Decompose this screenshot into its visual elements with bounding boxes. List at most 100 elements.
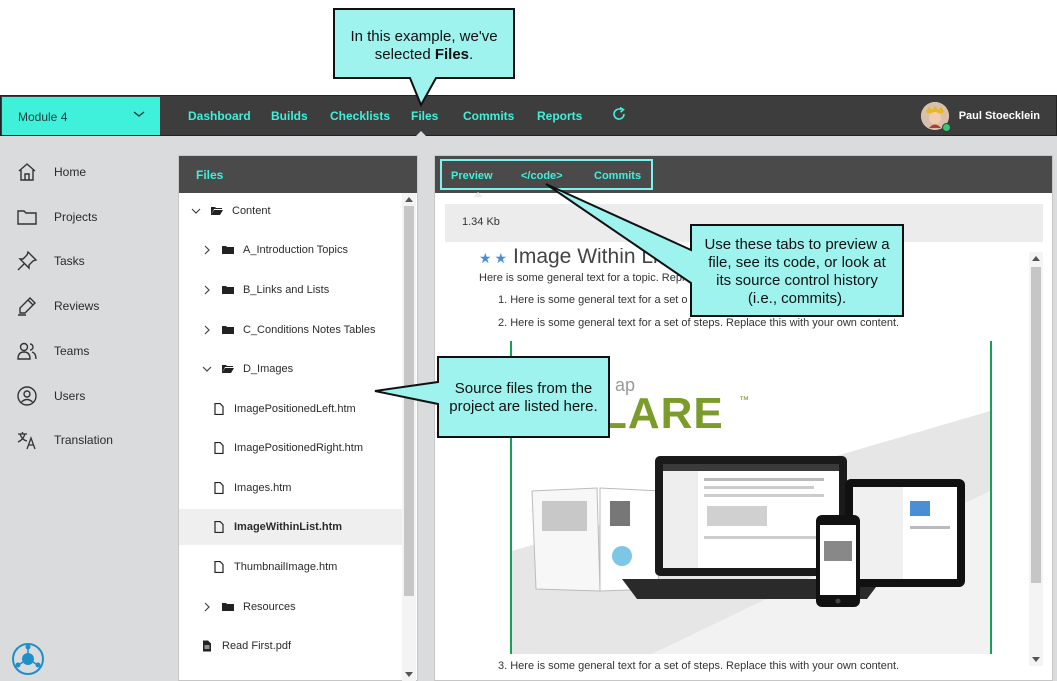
tree-item-content[interactable]: Content xyxy=(179,193,403,229)
folder-open-icon xyxy=(211,207,223,215)
sidebar: Home Projects Tasks Reviews Teams Users … xyxy=(0,136,170,681)
nav-reports[interactable]: Reports xyxy=(537,109,582,123)
nav-checklists[interactable]: Checklists xyxy=(330,109,390,123)
tree-item-folder[interactable]: C_Conditions Notes Tables xyxy=(179,312,403,348)
sidebar-item-translation[interactable]: Translation xyxy=(16,427,113,453)
file-icon xyxy=(214,442,224,454)
sidebar-item-reviews[interactable]: Reviews xyxy=(16,293,99,319)
files-panel-header: Files xyxy=(179,156,417,193)
translate-icon xyxy=(17,432,36,450)
tree-item-folder-images[interactable]: D_Images xyxy=(179,351,403,387)
document-preview: ★★ Image Within Li Here is some general … xyxy=(479,248,1019,672)
tab-commits[interactable]: Commits xyxy=(594,170,641,182)
user-circle-icon xyxy=(17,386,37,406)
sidebar-item-label: Users xyxy=(54,389,86,403)
tree-item-file[interactable]: Images.htm xyxy=(179,470,403,506)
chevron-right-icon[interactable] xyxy=(202,245,212,255)
callout-line: Use these tabs to preview a xyxy=(704,236,890,253)
nav-dashboard[interactable]: Dashboard xyxy=(188,109,251,123)
file-icon xyxy=(214,403,224,415)
chevron-right-icon[interactable] xyxy=(202,602,212,612)
tree-item-label: ImagePositionedRight.htm xyxy=(234,442,364,454)
folder-icon xyxy=(222,246,234,254)
active-tab-indicator xyxy=(473,192,483,197)
nav-builds[interactable]: Builds xyxy=(271,109,308,123)
files-panel: Files Content A_Introduction Topics B_Li… xyxy=(178,155,418,681)
callout-line-suffix: . xyxy=(469,46,474,63)
callout-line-prefix: selected xyxy=(374,46,435,63)
callout-line: In this example, we've xyxy=(350,28,498,45)
app-logo-icon[interactable] xyxy=(10,641,46,677)
chevron-right-icon[interactable] xyxy=(202,285,212,295)
sidebar-item-label: Translation xyxy=(54,433,113,447)
pdf-file-icon xyxy=(203,640,211,652)
chevron-right-icon[interactable] xyxy=(202,325,212,335)
tree-item-label: ImagePositionedLeft.htm xyxy=(234,403,356,415)
home-icon xyxy=(18,163,36,181)
tree-item-label: Content xyxy=(232,205,271,217)
user-name: Paul Stoecklein xyxy=(958,110,1040,122)
tab-preview[interactable]: Preview xyxy=(451,170,493,182)
preview-panel-header: Preview </code> Commits xyxy=(435,156,1052,197)
sidebar-item-home[interactable]: Home xyxy=(16,159,86,185)
chevron-down-icon[interactable] xyxy=(191,206,201,216)
tree-item-file[interactable]: ImagePositionedLeft.htm xyxy=(179,391,403,427)
preview-scrollbar[interactable] xyxy=(1029,252,1043,666)
file-size: 1.34 Kb xyxy=(462,216,500,228)
tab-code[interactable]: </code> xyxy=(521,170,563,182)
scrollbar-thumb[interactable] xyxy=(404,206,414,596)
tree-item-label: Resources xyxy=(243,601,296,613)
file-tree: Content A_Introduction Topics B_Links an… xyxy=(179,193,403,681)
scroll-up-icon[interactable] xyxy=(405,197,413,202)
tree-item-label: D_Images xyxy=(243,363,294,375)
callout-tabs-info: Use these tabs to preview a file, see it… xyxy=(693,236,901,308)
nav-files[interactable]: Files xyxy=(411,109,438,123)
image-logo-mark: ™ xyxy=(739,395,749,406)
files-panel-title: Files xyxy=(196,168,224,182)
tree-item-folder[interactable]: A_Introduction Topics xyxy=(179,232,403,268)
scroll-up-icon[interactable] xyxy=(1032,256,1040,261)
tree-item-label: ThumbnailImage.htm xyxy=(234,561,338,573)
sidebar-item-teams[interactable]: Teams xyxy=(16,338,89,364)
tree-item-label: ImageWithinList.htm xyxy=(234,521,343,533)
doc-step: 2. Here is some general text for a set o… xyxy=(498,317,900,329)
module-selector[interactable]: Module 4 xyxy=(2,97,160,135)
preview-tabs: Preview </code> Commits xyxy=(440,159,653,197)
sidebar-item-tasks[interactable]: Tasks xyxy=(16,248,85,274)
tree-item-file[interactable]: ThumbnailImage.htm xyxy=(179,549,403,585)
tree-item-pdf[interactable]: Read First.pdf xyxy=(179,628,403,664)
file-icon xyxy=(214,561,224,573)
star-icon: ★★ xyxy=(479,250,511,266)
tree-item-file[interactable]: ImagePositionedRight.htm xyxy=(179,430,403,466)
nav-commits[interactable]: Commits xyxy=(463,109,514,123)
scroll-down-icon[interactable] xyxy=(1032,657,1040,662)
tree-item-file-selected[interactable]: ImageWithinList.htm xyxy=(179,509,403,545)
callout-line: Source files from the xyxy=(454,380,593,397)
chevron-down-icon xyxy=(133,111,145,117)
tree-item-folder[interactable]: Resources xyxy=(179,589,403,625)
scroll-down-icon[interactable] xyxy=(405,672,413,677)
sidebar-item-projects[interactable]: Projects xyxy=(16,204,97,230)
tree-item-label: Read First.pdf xyxy=(222,640,292,652)
tree-item-label: Images.htm xyxy=(234,482,292,494)
pen-icon xyxy=(18,297,36,316)
sidebar-item-label: Home xyxy=(54,165,87,179)
folder-icon xyxy=(222,286,234,294)
tree-item-folder[interactable]: B_Links and Lists xyxy=(179,272,403,308)
user-menu[interactable]: Paul Stoecklein xyxy=(920,102,1040,132)
refresh-icon[interactable] xyxy=(611,106,627,122)
callout-line: project are listed here. xyxy=(449,398,598,415)
avatar[interactable] xyxy=(920,102,951,132)
scrollbar-thumb[interactable] xyxy=(1031,267,1041,583)
team-icon xyxy=(17,342,37,360)
callout-line: (i.e., commits). xyxy=(747,290,847,307)
sidebar-item-users[interactable]: Users xyxy=(16,383,85,409)
online-status-icon xyxy=(941,123,951,132)
chevron-down-icon[interactable] xyxy=(202,364,212,374)
callout-line-bold: Files xyxy=(434,46,470,63)
pin-icon xyxy=(17,250,38,271)
sidebar-item-label: Reviews xyxy=(54,299,100,313)
file-tree-scrollbar[interactable] xyxy=(402,193,416,681)
callout-files-selected: In this example, we've selected Files. xyxy=(336,28,512,64)
callout-line: selected Files. xyxy=(336,46,512,64)
